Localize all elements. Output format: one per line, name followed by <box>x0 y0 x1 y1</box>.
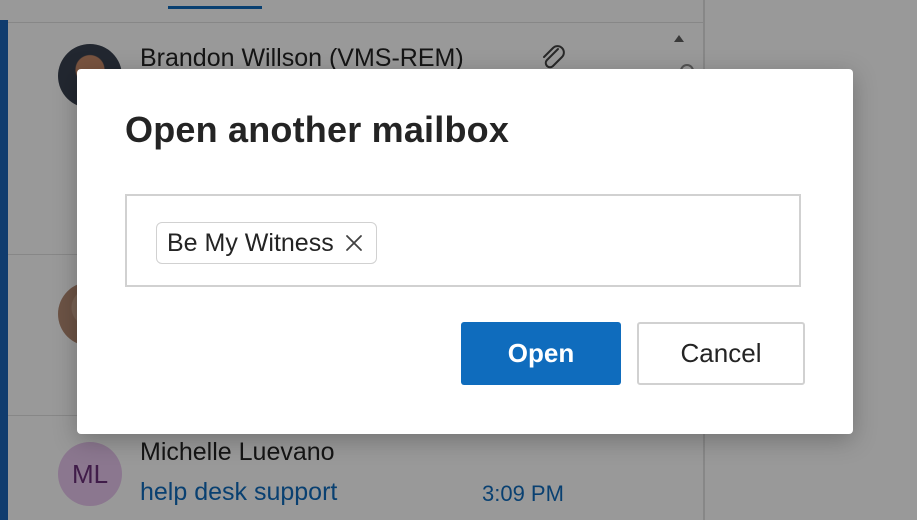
dialog-title: Open another mailbox <box>125 109 510 150</box>
close-icon[interactable] <box>344 233 364 253</box>
open-button[interactable]: Open <box>461 322 621 385</box>
mailbox-chip[interactable]: Be My Witness <box>156 222 377 264</box>
open-mailbox-dialog: Open another mailbox Be My Witness Open … <box>77 69 853 434</box>
mailbox-chip-label: Be My Witness <box>167 228 334 257</box>
mailbox-picker-input[interactable]: Be My Witness <box>125 194 801 287</box>
cancel-button[interactable]: Cancel <box>637 322 805 385</box>
